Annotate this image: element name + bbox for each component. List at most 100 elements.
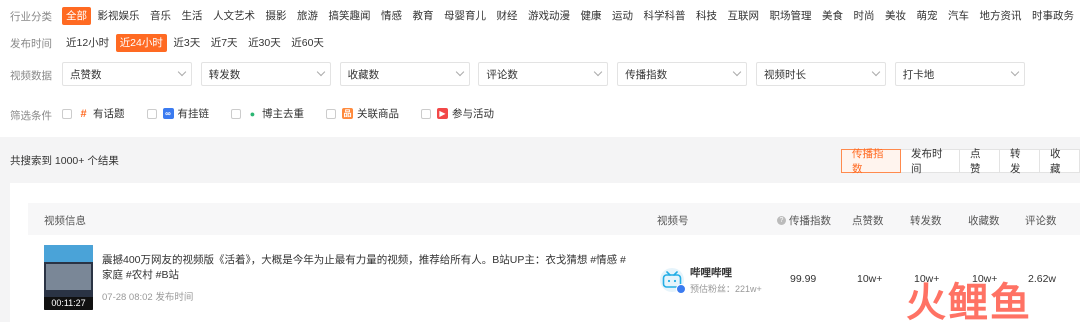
flag-icon: ▶	[437, 108, 448, 119]
industry-chip[interactable]: 职场管理	[766, 7, 816, 25]
time-chip[interactable]: 近60天	[287, 34, 328, 52]
channel-info[interactable]: 哔哩哔哩 预估粉丝：221w+	[660, 265, 762, 295]
data-select[interactable]: 传播指数	[617, 62, 748, 86]
time-label: 发布时间	[10, 37, 52, 50]
industry-chip[interactable]: 时事政务	[1028, 7, 1078, 25]
thumb-banner	[44, 245, 93, 262]
checkbox[interactable]	[421, 108, 431, 119]
cell-spread: 99.99	[790, 273, 817, 285]
data-select-label: 评论数	[486, 68, 518, 81]
video-date: 07-28 08:02 发布时间	[102, 292, 194, 303]
channel-avatar	[660, 268, 686, 294]
industry-chip[interactable]: 游戏动漫	[524, 7, 574, 25]
condition-item[interactable]: ∞ 有挂链	[146, 106, 210, 121]
checkbox[interactable]	[62, 108, 72, 119]
sort-tab[interactable]: 发布时间	[900, 148, 960, 175]
checkbox[interactable]	[326, 108, 336, 119]
condition-item[interactable]: # 有话题	[62, 106, 125, 121]
sort-tabs: 传播指数 发布时间 点赞 转发 收藏	[841, 148, 1080, 175]
data-label: 视频数据	[10, 70, 52, 82]
condition-label: 关联商品	[357, 108, 399, 120]
industry-chip[interactable]: 教育	[409, 7, 438, 25]
time-row: 发布时间 近12小时 近24小时 近3天 近7天 近30天 近60天	[0, 33, 600, 53]
industry-chip[interactable]: 音乐	[146, 7, 175, 25]
industry-chip[interactable]: 运动	[608, 7, 637, 25]
condition-label: 博主去重	[262, 108, 304, 120]
chevron-down-icon	[455, 67, 464, 77]
industry-chip[interactable]: 生活	[178, 7, 207, 25]
chevron-down-icon	[732, 67, 742, 77]
help-icon: ?	[777, 216, 786, 225]
filter-panel: 行业分类 全部 影视娱乐 音乐 生活 人文艺术 摄影 旅游 搞笑趣闻 情感 教育 母婴育儿 财经 游戏动…	[0, 0, 1080, 137]
industry-chip[interactable]: 科技	[692, 7, 721, 25]
industry-chip[interactable]: 搞笑趣闻	[325, 7, 375, 25]
industry-chip[interactable]: 全部	[62, 7, 91, 25]
industry-chip[interactable]: 地方资讯	[976, 7, 1026, 25]
industry-chip[interactable]: 互联网	[724, 7, 764, 25]
link-icon: ∞	[162, 108, 174, 119]
header-video: 视频信息	[44, 215, 86, 227]
data-select-label: 转发数	[208, 68, 241, 81]
video-title[interactable]: 震撼400万网友的视频版《活着》，大概是今年为止最有力量的视频，推荐给所有人。B…	[102, 253, 632, 283]
results-summary: 共搜索到 1000+ 个结果	[10, 155, 119, 167]
sort-tab[interactable]: 传播指数	[841, 148, 901, 175]
industry-chip[interactable]: 母婴育儿	[440, 7, 490, 25]
data-select-label: 收藏数	[347, 68, 380, 81]
condition-list: # 有话题 ∞ 有挂链 ● 博主去重 品关联商品 ▶ 参与活动	[62, 106, 516, 121]
sort-tab[interactable]: 点赞	[959, 148, 1000, 175]
time-chip[interactable]: 近12小时	[62, 34, 113, 52]
industry-chip[interactable]: 汽车	[944, 7, 973, 25]
checkbox[interactable]	[231, 108, 241, 119]
data-select[interactable]: 评论数	[478, 62, 609, 86]
data-select[interactable]: 点赞数	[62, 62, 192, 86]
chevron-down-icon	[177, 67, 187, 77]
time-chip[interactable]: 近7天	[207, 34, 242, 52]
watermark-logo: 火鲤鱼	[906, 280, 1032, 322]
thumb-scene	[46, 264, 91, 290]
time-chip[interactable]: 近24小时	[115, 34, 167, 52]
video-thumbnail[interactable]: 00:11:27	[44, 245, 93, 310]
industry-chip[interactable]: 人文艺术	[209, 7, 259, 25]
checkbox[interactable]	[146, 108, 157, 119]
data-select-label: 视频时长	[763, 68, 806, 81]
chevron-down-icon	[871, 67, 881, 77]
video-duration: 00:11:27	[44, 297, 93, 310]
time-chip[interactable]: 近3天	[169, 34, 204, 52]
user-icon: ●	[249, 108, 256, 119]
cond-label: 筛选条件	[10, 110, 52, 122]
industry-chip[interactable]: 情感	[377, 7, 406, 25]
time-chip[interactable]: 近30天	[244, 34, 285, 52]
condition-item[interactable]: ● 博主去重	[231, 106, 304, 121]
industry-chip[interactable]: 摄影	[262, 7, 291, 25]
condition-item[interactable]: ▶ 参与活动	[421, 106, 494, 121]
industry-chip[interactable]: 科学科普	[640, 7, 690, 25]
hashtag-icon: #	[80, 107, 87, 120]
industry-chip[interactable]: 健康	[577, 7, 606, 25]
industry-chip[interactable]: 影视娱乐	[94, 7, 144, 25]
header-comments[interactable]: 评论数	[1025, 213, 1057, 228]
product-icon: 品	[342, 108, 353, 119]
table-header: 视频信息 视频号 ? 传播指数 点赞数 转发数 收藏数 评论数	[28, 203, 1080, 235]
sort-tab[interactable]: 转发	[999, 148, 1040, 175]
channel-text: 哔哩哔哩 预估粉丝：221w+	[690, 265, 762, 295]
industry-chip[interactable]: 旅游	[293, 7, 322, 25]
header-shares[interactable]: 转发数	[910, 213, 942, 228]
industry-chip[interactable]: 萌宠	[913, 7, 942, 25]
industry-chip[interactable]: 美食	[818, 7, 847, 25]
data-selects: 点赞数 转发数 收藏数 评论数 传播指数 视频时长 打卡地	[62, 62, 1034, 86]
results-bar: 共搜索到 1000+ 个结果 传播指数 发布时间 点赞 转发 收藏	[0, 137, 1080, 183]
header-likes[interactable]: 点赞数	[852, 213, 884, 228]
header-spread[interactable]: ? 传播指数	[777, 213, 831, 228]
condition-item[interactable]: 品关联商品	[326, 106, 399, 121]
data-select[interactable]: 转发数	[200, 62, 331, 86]
data-select-label: 打卡地	[902, 68, 935, 81]
condition-label: 有挂链	[177, 108, 210, 120]
data-select[interactable]: 打卡地	[894, 62, 1025, 86]
data-select[interactable]: 收藏数	[339, 62, 470, 86]
header-favorites[interactable]: 收藏数	[968, 213, 1000, 228]
industry-chip[interactable]: 财经	[493, 7, 522, 25]
data-select[interactable]: 视频时长	[755, 62, 886, 86]
industry-chip[interactable]: 时尚	[850, 7, 879, 25]
industry-chip[interactable]: 美妆	[881, 7, 910, 25]
sort-tab[interactable]: 收藏	[1039, 148, 1080, 175]
